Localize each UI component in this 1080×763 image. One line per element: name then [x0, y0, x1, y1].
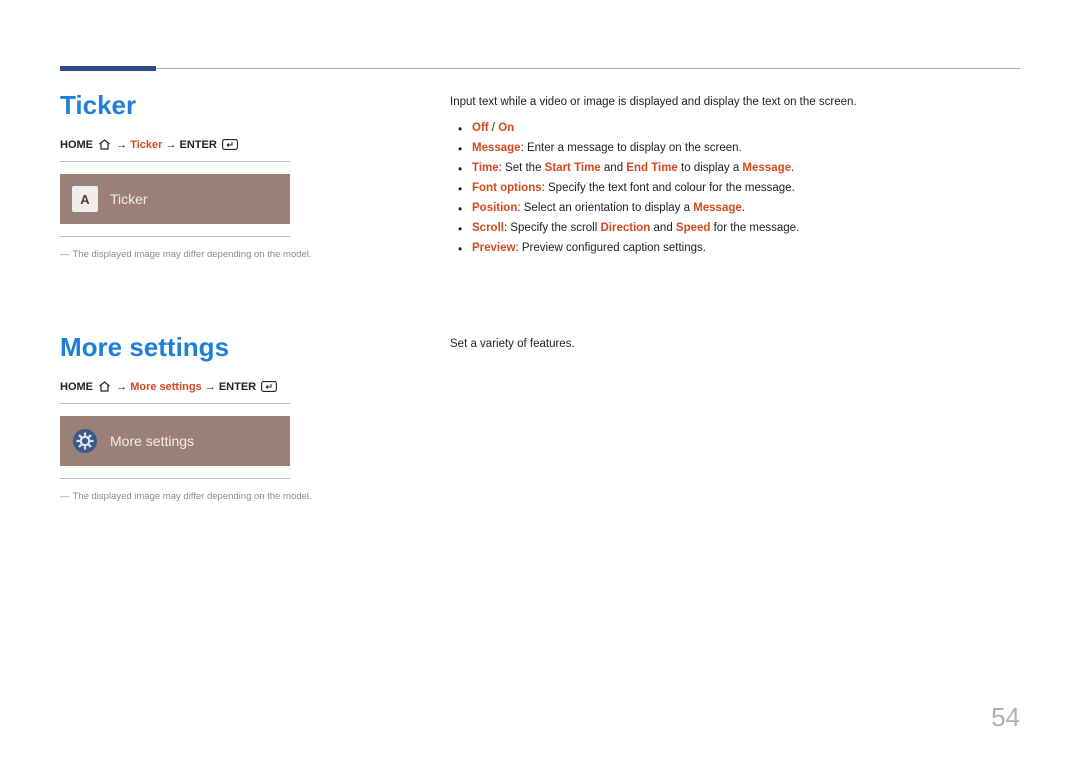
ticker-left-column: Ticker HOME → Ticker → ENTER A Ticker [60, 90, 360, 262]
nav-ticker-label: Ticker [130, 139, 162, 151]
divider [60, 478, 290, 479]
scroll-t1: : Specify the scroll [504, 222, 601, 234]
nav-more-settings-label: More settings [130, 381, 202, 393]
position-t2: . [742, 202, 745, 214]
time-message: Message [742, 162, 791, 174]
footnote-dash: ― [60, 491, 70, 502]
nav-arrow: → [116, 381, 127, 393]
time-t1: : Set the [499, 162, 545, 174]
ticker-right-column: Input text while a video or image is dis… [450, 90, 1020, 262]
ticker-section: Ticker HOME → Ticker → ENTER A Ticker [60, 90, 1020, 262]
nav-home-label: HOME [60, 139, 93, 151]
ticker-feature-list: Off / On Message: Enter a message to dis… [450, 122, 1020, 254]
font-key: Font options [472, 182, 542, 194]
ticker-intro-text: Input text while a video or image is dis… [450, 96, 1020, 108]
scroll-key: Scroll [472, 222, 504, 234]
bullet-preview: Preview: Preview configured caption sett… [472, 242, 1020, 254]
bullet-scroll: Scroll: Specify the scroll Direction and… [472, 222, 1020, 234]
end-time: End Time [626, 162, 678, 174]
more-settings-tile: More settings [60, 416, 290, 466]
start-time: Start Time [545, 162, 601, 174]
position-t1: : Select an orientation to display a [517, 202, 693, 214]
time-t2: and [601, 162, 627, 174]
ticker-navigation-path: HOME → Ticker → ENTER [60, 139, 360, 151]
enter-icon [261, 381, 277, 392]
ticker-tile-label: Ticker [110, 191, 148, 207]
more-right-column: Set a variety of features. [450, 332, 1020, 502]
time-key: Time [472, 162, 499, 174]
ticker-footnote: ―The displayed image may differ dependin… [60, 249, 360, 260]
page-number: 54 [991, 702, 1020, 733]
more-settings-section: More settings HOME → More settings → ENT… [60, 332, 1020, 502]
position-message: Message [693, 202, 742, 214]
time-t3: to display a [678, 162, 743, 174]
top-divider [60, 68, 1020, 69]
footnote-dash: ― [60, 249, 70, 260]
footnote-text: The displayed image may differ depending… [73, 491, 312, 502]
message-key: Message [472, 142, 521, 154]
off-label: Off [472, 122, 489, 134]
message-text: : Enter a message to display on the scre… [521, 142, 742, 154]
gear-icon [72, 428, 98, 454]
nav-arrow: → [205, 381, 216, 393]
nav-arrow: → [116, 139, 127, 151]
more-left-column: More settings HOME → More settings → ENT… [60, 332, 360, 502]
divider [60, 403, 290, 404]
nav-enter-label: ENTER [180, 139, 217, 151]
bullet-off-on: Off / On [472, 122, 1020, 134]
bullet-font-options: Font options: Specify the text font and … [472, 182, 1020, 194]
footnote-text: The displayed image may differ depending… [73, 249, 312, 260]
enter-icon [222, 139, 238, 150]
ticker-tile-badge: A [72, 186, 98, 212]
divider [60, 161, 290, 162]
bullet-message: Message: Enter a message to display on t… [472, 142, 1020, 154]
scroll-t3: for the message. [710, 222, 799, 234]
nav-home-label: HOME [60, 381, 93, 393]
more-settings-heading: More settings [60, 332, 360, 363]
top-accent-bar [60, 66, 156, 71]
divider [60, 236, 290, 237]
nav-arrow: → [165, 139, 176, 151]
preview-key: Preview [472, 242, 515, 254]
more-intro-text: Set a variety of features. [450, 338, 1020, 350]
more-navigation-path: HOME → More settings → ENTER [60, 381, 360, 393]
home-icon [98, 381, 111, 392]
manual-page: Ticker HOME → Ticker → ENTER A Ticker [0, 0, 1080, 763]
more-settings-tile-label: More settings [110, 433, 194, 449]
on-label: On [498, 122, 514, 134]
scroll-speed: Speed [676, 222, 711, 234]
nav-enter-label: ENTER [219, 381, 256, 393]
scroll-direction: Direction [600, 222, 650, 234]
time-t4: . [791, 162, 794, 174]
scroll-t2: and [650, 222, 676, 234]
font-text: : Specify the text font and colour for t… [542, 182, 795, 194]
more-footnote: ―The displayed image may differ dependin… [60, 491, 360, 502]
slash: / [489, 122, 499, 134]
bullet-time: Time: Set the Start Time and End Time to… [472, 162, 1020, 174]
ticker-heading: Ticker [60, 90, 360, 121]
preview-text: : Preview configured caption settings. [515, 242, 706, 254]
bullet-position: Position: Select an orientation to displ… [472, 202, 1020, 214]
position-key: Position [472, 202, 517, 214]
home-icon [98, 139, 111, 150]
ticker-tile: A Ticker [60, 174, 290, 224]
